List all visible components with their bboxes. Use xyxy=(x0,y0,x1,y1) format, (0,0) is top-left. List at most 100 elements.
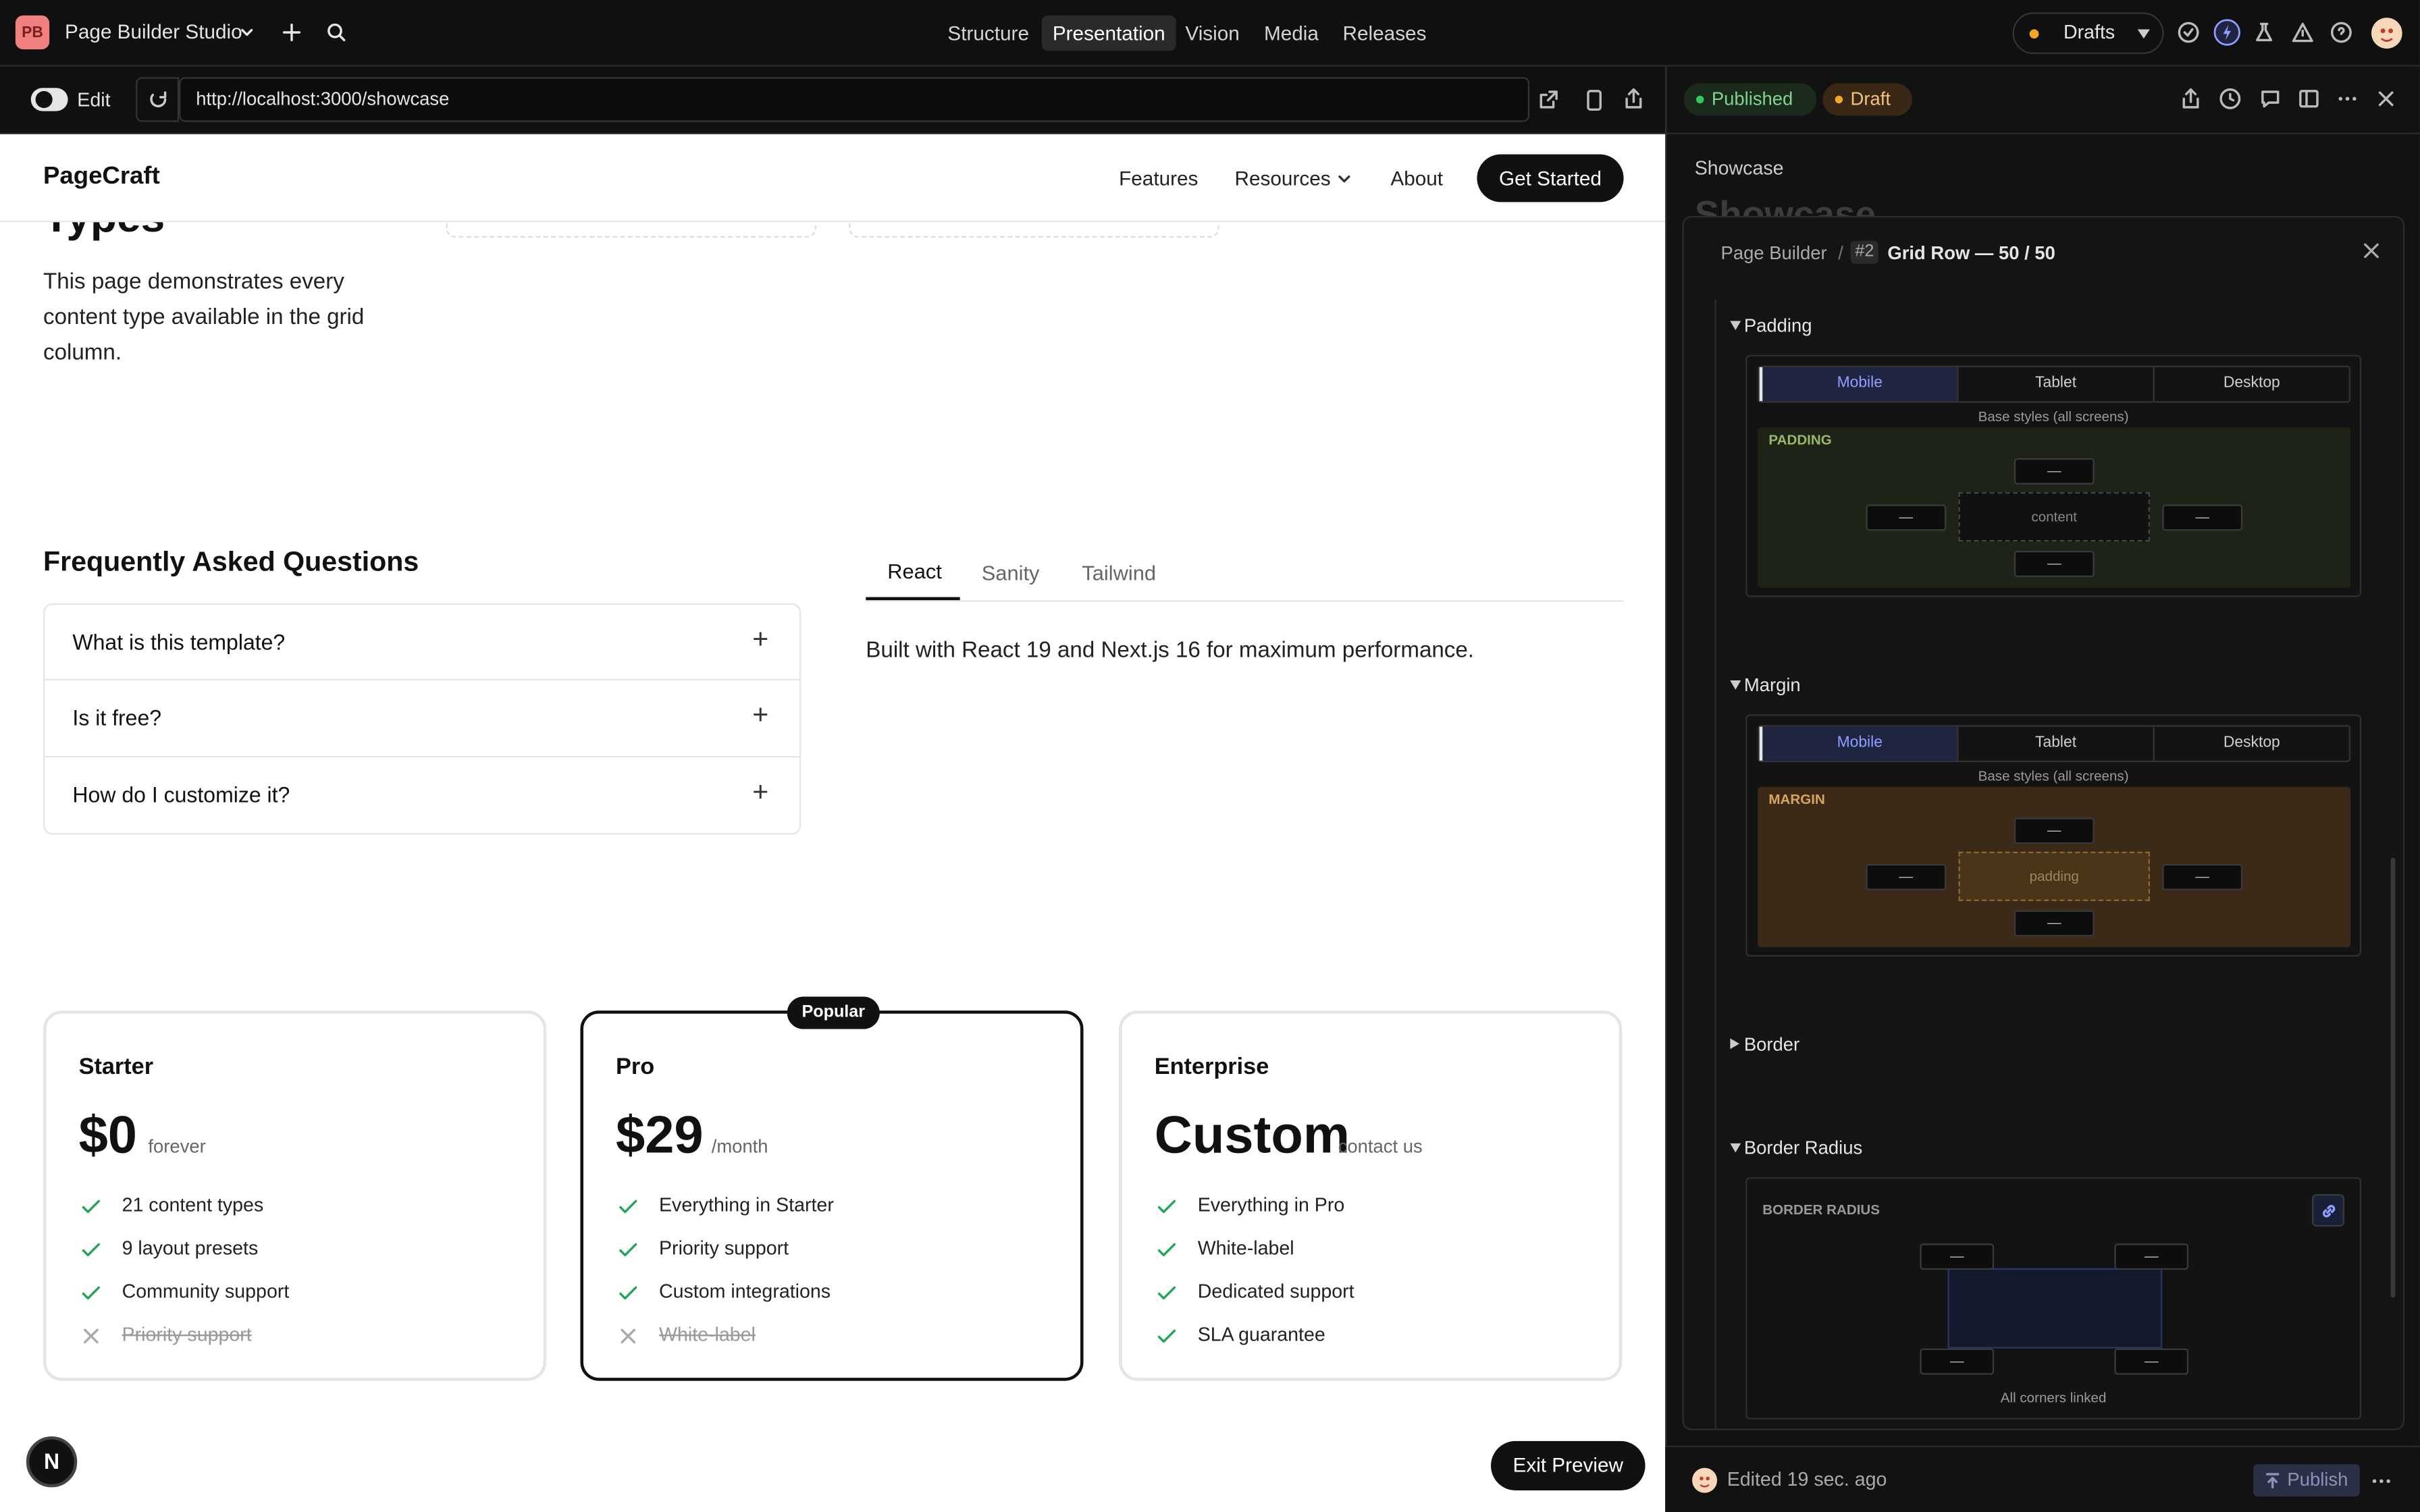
plan-price: $29 xyxy=(615,1106,704,1165)
drafts-dropdown[interactable]: Drafts xyxy=(2012,12,2164,54)
nextjs-dev-badge[interactable]: N xyxy=(26,1436,78,1488)
caret-down-icon xyxy=(2137,29,2150,39)
help-icon[interactable] xyxy=(2330,22,2352,43)
radius-top-right-input[interactable]: — xyxy=(2114,1243,2189,1270)
faq-item[interactable]: How do I customize it? + xyxy=(43,757,801,835)
app-name[interactable]: Page Builder Studio xyxy=(65,20,242,43)
plus-icon[interactable] xyxy=(281,22,302,43)
nav-presentation[interactable]: Presentation xyxy=(1041,15,1176,51)
device-tab-desktop[interactable]: Desktop xyxy=(2155,727,2349,761)
chevron-down-icon[interactable] xyxy=(239,25,255,40)
published-status[interactable]: Published xyxy=(1683,83,1817,116)
upload-icon[interactable] xyxy=(2181,88,2201,109)
exit-preview-button[interactable]: Exit Preview xyxy=(1490,1440,1646,1490)
padding-section-header[interactable]: Padding xyxy=(1730,315,1812,336)
url-input[interactable]: http://localhost:3000/showcase xyxy=(179,77,1530,122)
tab-content: Built with React 19 and Next.js 16 for m… xyxy=(866,639,1475,664)
border-section-header[interactable]: Border xyxy=(1730,1033,1799,1055)
scrollbar-thumb[interactable] xyxy=(2390,857,2396,1298)
padding-bottom-input[interactable]: — xyxy=(2014,550,2095,577)
device-tab-desktop[interactable]: Desktop xyxy=(2155,367,2349,401)
intro-text: This page demonstrates every content typ… xyxy=(43,269,365,366)
get-started-button[interactable]: Get Started xyxy=(1477,154,1624,202)
nav-vision[interactable]: Vision xyxy=(1174,16,1250,51)
margin-left-input[interactable]: — xyxy=(1866,863,1947,890)
flask-icon[interactable] xyxy=(2253,22,2275,43)
border-radius-section-header[interactable]: Border Radius xyxy=(1730,1137,1862,1159)
check-circle-icon[interactable] xyxy=(2178,22,2199,43)
reload-button[interactable] xyxy=(136,77,180,122)
check-icon xyxy=(1157,1243,1176,1257)
margin-right-input[interactable]: — xyxy=(2162,863,2243,890)
radius-bottom-right-input[interactable]: — xyxy=(2114,1348,2189,1375)
caret-down-icon xyxy=(1730,321,1741,331)
nav-media[interactable]: Media xyxy=(1253,16,1330,51)
breadcrumb-root[interactable]: Page Builder xyxy=(1721,242,1827,264)
tab-sanity[interactable]: Sanity xyxy=(982,562,1040,585)
site-nav-features[interactable]: Features xyxy=(1119,167,1198,190)
pricing-card-starter: Starter $0 forever 21 content types 9 la… xyxy=(43,1010,547,1381)
padding-top-input[interactable]: — xyxy=(2014,458,2095,485)
device-tab-tablet[interactable]: Tablet xyxy=(1959,726,2155,761)
plan-price: $0 xyxy=(78,1106,138,1165)
chevron-down-icon xyxy=(1338,175,1350,183)
bolt-icon[interactable] xyxy=(2213,18,2241,46)
tab-tailwind[interactable]: Tailwind xyxy=(1082,562,1156,585)
history-icon[interactable] xyxy=(2219,88,2241,109)
more-icon[interactable] xyxy=(2337,88,2359,109)
document-title: Showcase xyxy=(1694,157,1784,180)
link-corners-button[interactable] xyxy=(2311,1194,2344,1227)
comment-icon[interactable] xyxy=(2259,88,2281,109)
device-tab-mobile[interactable]: Mobile xyxy=(1759,367,1959,402)
search-icon[interactable] xyxy=(325,22,347,43)
divider xyxy=(1666,132,2420,134)
draft-status-dot xyxy=(2029,29,2039,39)
check-icon xyxy=(1157,1329,1176,1343)
plan-name: Enterprise xyxy=(1154,1054,1269,1080)
faq-item[interactable]: Is it free? + xyxy=(43,680,801,758)
close-icon[interactable] xyxy=(2363,242,2379,259)
margin-box-model: MARGIN — — padding — — xyxy=(1758,786,2351,948)
draft-dot xyxy=(1835,95,1843,104)
close-icon[interactable] xyxy=(2377,90,2395,108)
edit-toggle[interactable] xyxy=(30,88,68,111)
tab-react[interactable]: React xyxy=(887,560,942,583)
external-link-icon[interactable] xyxy=(1539,90,1559,110)
faq-item[interactable]: What is this template? + xyxy=(43,603,801,680)
app-logo[interactable]: PB xyxy=(15,15,50,50)
publish-button[interactable]: Publish xyxy=(2253,1464,2360,1497)
all-corners-linked-note: All corners linked xyxy=(2000,1390,2107,1406)
site-nav-about[interactable]: About xyxy=(1390,167,1443,190)
check-icon xyxy=(1157,1199,1176,1214)
check-icon xyxy=(82,1243,100,1257)
draft-status[interactable]: Draft xyxy=(1822,83,1912,116)
split-pane-icon[interactable] xyxy=(2298,88,2319,109)
margin-bottom-input[interactable]: — xyxy=(2014,910,2095,937)
site-nav-resources[interactable]: Resources xyxy=(1235,167,1331,190)
plus-icon: + xyxy=(752,699,769,730)
more-icon[interactable] xyxy=(2371,1470,2392,1492)
device-tab-tablet[interactable]: Tablet xyxy=(1959,367,2155,402)
nav-structure[interactable]: Structure xyxy=(937,16,1040,51)
site-brand[interactable]: PageCraft xyxy=(43,163,160,191)
published-dot xyxy=(1695,95,1704,104)
last-edited-text: Edited 19 sec. ago xyxy=(1727,1468,1887,1490)
base-styles-note: Base styles (all screens) xyxy=(1978,408,2129,425)
padding-left-input[interactable]: — xyxy=(1866,504,1947,531)
breadcrumb-index: #2 xyxy=(1850,240,1879,264)
caret-right-icon xyxy=(1730,1038,1739,1050)
popular-badge: Popular xyxy=(787,996,880,1029)
radius-top-left-input[interactable]: — xyxy=(1920,1243,1995,1270)
alert-icon[interactable] xyxy=(2292,22,2313,43)
share-icon[interactable] xyxy=(1624,88,1644,109)
user-avatar[interactable] xyxy=(2371,17,2403,49)
radius-bottom-left-input[interactable]: — xyxy=(1920,1348,1995,1375)
device-tab-mobile[interactable]: Mobile xyxy=(1759,726,1959,761)
plan-name: Pro xyxy=(615,1054,655,1080)
margin-top-input[interactable]: — xyxy=(2014,817,2095,844)
padding-right-input[interactable]: — xyxy=(2162,504,2243,531)
check-icon xyxy=(82,1199,100,1214)
mobile-device-icon[interactable] xyxy=(1585,90,1603,111)
nav-releases[interactable]: Releases xyxy=(1332,16,1438,51)
margin-section-header[interactable]: Margin xyxy=(1730,674,1801,696)
